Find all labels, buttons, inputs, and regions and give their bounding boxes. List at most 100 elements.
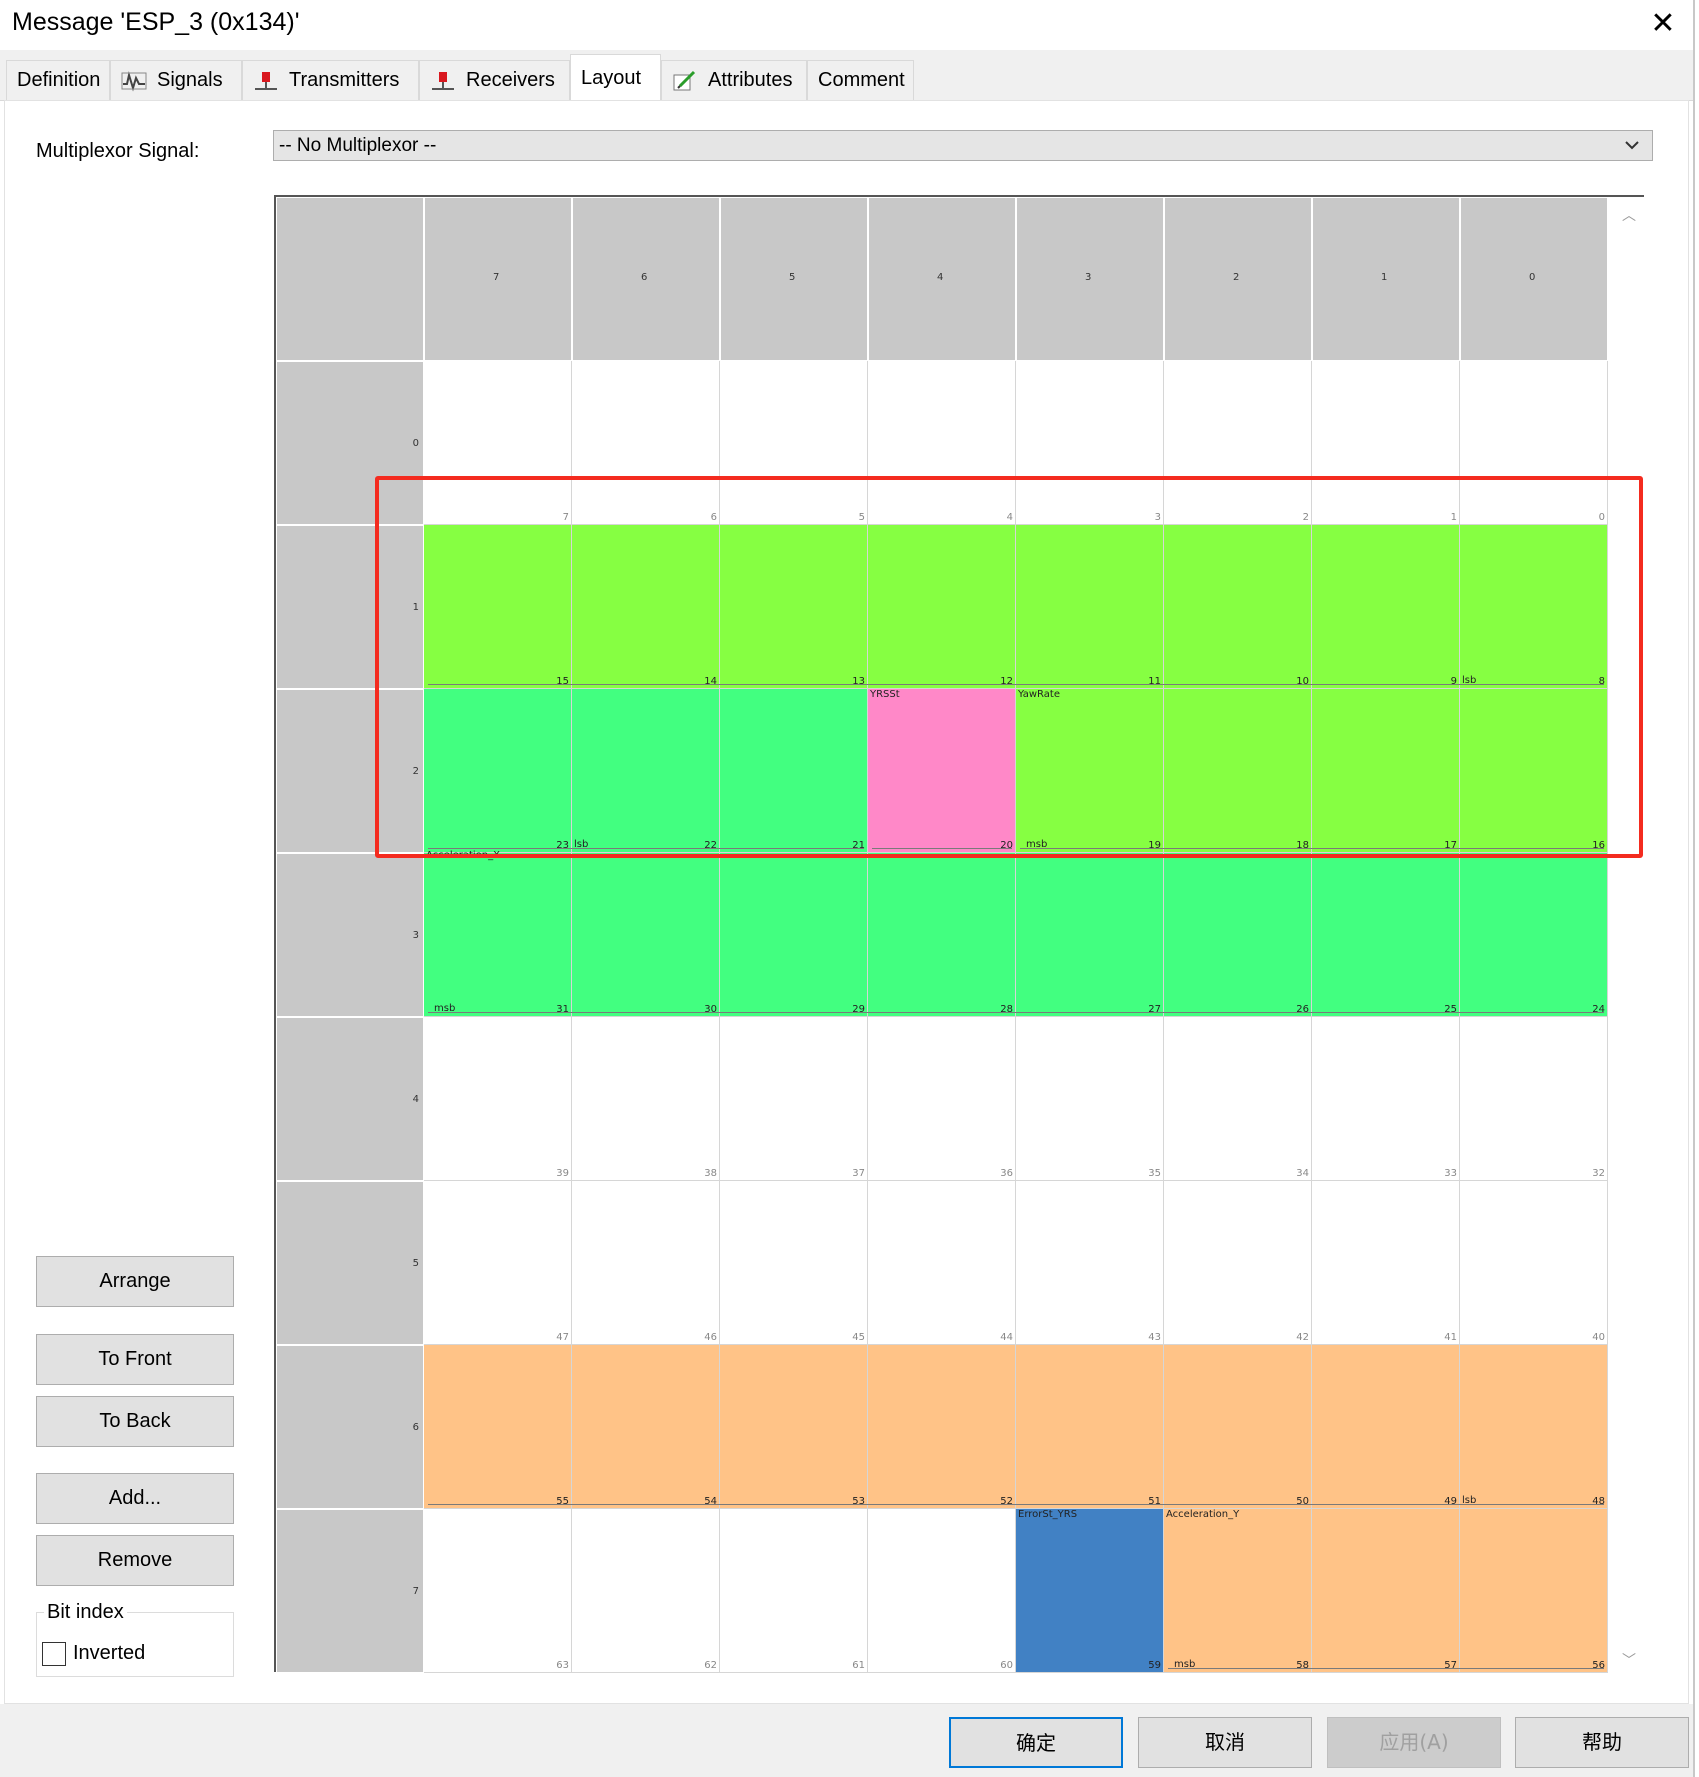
highlight-rectangle (375, 476, 1643, 858)
bit-column-header: 0 (1460, 197, 1608, 361)
network-node-icon (430, 70, 456, 92)
bit-cell[interactable]: 57 (1312, 1509, 1460, 1673)
bit-cell[interactable]: 51 (1016, 1345, 1164, 1509)
tab-signals[interactable]: Signals (110, 60, 242, 100)
bit-cell[interactable]: 48 (1460, 1345, 1608, 1509)
bit-cell[interactable]: 42 (1164, 1181, 1312, 1345)
bit-cell[interactable]: 50 (1164, 1345, 1312, 1509)
tab-definition[interactable]: Definition (6, 60, 110, 100)
bit-cell[interactable]: 27 (1016, 853, 1164, 1017)
bit-header-label: 4 (937, 272, 944, 283)
bit-cell[interactable]: 38 (572, 1017, 720, 1181)
to-back-button[interactable]: To Back (36, 1396, 234, 1447)
inverted-checkbox[interactable] (42, 1642, 66, 1666)
bit-column-header: 1 (1312, 197, 1460, 361)
bit-cell[interactable]: 47 (424, 1181, 572, 1345)
tab-attributes[interactable]: Attributes (661, 60, 807, 100)
bit-cell[interactable]: 25 (1312, 853, 1460, 1017)
help-button[interactable]: 帮助 (1515, 1717, 1689, 1768)
grid-corner (276, 197, 424, 361)
bit-number: 28 (1000, 1004, 1013, 1015)
bit-number: 52 (1000, 1496, 1013, 1507)
bit-cell[interactable]: 31 (424, 853, 572, 1017)
cancel-button[interactable]: 取消 (1138, 1717, 1312, 1768)
bit-cell[interactable]: 26 (1164, 853, 1312, 1017)
add-button[interactable]: Add... (36, 1473, 234, 1524)
bit-cell[interactable]: 62 (572, 1509, 720, 1673)
bit-cell[interactable]: 28 (868, 853, 1016, 1017)
multiplexor-select[interactable]: -- No Multiplexor -- (273, 130, 1653, 161)
bit-number: 47 (556, 1332, 569, 1343)
bit-cell[interactable]: 43 (1016, 1181, 1164, 1345)
bit-cell[interactable]: 53 (720, 1345, 868, 1509)
bit-header-label: 1 (1381, 272, 1388, 283)
bit-cell[interactable]: 61 (720, 1509, 868, 1673)
bit-cell[interactable]: 63 (424, 1509, 572, 1673)
bit-number: 37 (852, 1168, 865, 1179)
byte-row-header: 5 (276, 1181, 424, 1345)
bit-cell[interactable]: 58 (1164, 1509, 1312, 1673)
arrange-button[interactable]: Arrange (36, 1256, 234, 1307)
byte-row-header: 3 (276, 853, 424, 1017)
signal-wave-icon (121, 70, 147, 92)
bit-cell[interactable]: 36 (868, 1017, 1016, 1181)
bit-number: 38 (704, 1168, 717, 1179)
bit-number: 34 (1296, 1168, 1309, 1179)
signal-label-errorst-yrs: ErrorSt_YRS (1018, 1509, 1078, 1520)
scroll-up-icon[interactable]: ︿ (1622, 205, 1636, 225)
bit-number: 35 (1148, 1168, 1161, 1179)
bit-cell[interactable]: 44 (868, 1181, 1016, 1345)
bit-header-label: 0 (1529, 272, 1536, 283)
bit-cell[interactable]: 39 (424, 1017, 572, 1181)
bit-cell[interactable]: 32 (1460, 1017, 1608, 1181)
bit-number: 61 (852, 1660, 865, 1671)
bit-cell[interactable]: 54 (572, 1345, 720, 1509)
apply-button[interactable]: 应用(A) (1327, 1717, 1501, 1768)
tab-label: Signals (157, 69, 223, 91)
bit-number: 46 (704, 1332, 717, 1343)
bit-header-label: 3 (1085, 272, 1092, 283)
bit-number: 63 (556, 1660, 569, 1671)
bit-cell[interactable]: 35 (1016, 1017, 1164, 1181)
signal-arrow-line (1168, 1668, 1604, 1669)
bit-number: 49 (1444, 1496, 1457, 1507)
bit-column-header: 2 (1164, 197, 1312, 361)
bit-number: 31 (556, 1004, 569, 1015)
to-front-button[interactable]: To Front (36, 1334, 234, 1385)
bit-cell[interactable]: 46 (572, 1181, 720, 1345)
bit-cell[interactable]: 37 (720, 1017, 868, 1181)
tab-transmitters[interactable]: Transmitters (242, 60, 419, 100)
tab-receivers[interactable]: Receivers (419, 60, 570, 100)
bit-number: 55 (556, 1496, 569, 1507)
signal-arrow-line (428, 1504, 1604, 1505)
byte-header-label: 4 (412, 1094, 419, 1105)
bit-index-label: Bit index (44, 1601, 127, 1624)
bit-number: 25 (1444, 1004, 1457, 1015)
tab-label: Layout (581, 66, 642, 89)
bit-cell[interactable]: 29 (720, 853, 868, 1017)
bit-cell[interactable]: 55 (424, 1345, 572, 1509)
bit-cell[interactable]: 41 (1312, 1181, 1460, 1345)
bit-number: 56 (1592, 1660, 1605, 1671)
tab-layout[interactable]: Layout (570, 54, 661, 101)
bit-cell[interactable]: 24 (1460, 853, 1608, 1017)
vertical-scrollbar[interactable] (1614, 197, 1644, 1672)
bit-number: 33 (1444, 1168, 1457, 1179)
tab-comment[interactable]: Comment (807, 60, 914, 100)
remove-button[interactable]: Remove (36, 1535, 234, 1586)
close-icon[interactable]: ✕ (1645, 6, 1681, 42)
bit-cell[interactable]: 33 (1312, 1017, 1460, 1181)
ok-button[interactable]: 确定 (949, 1717, 1123, 1768)
bit-cell[interactable]: 59 (1016, 1509, 1164, 1673)
bit-cell[interactable]: 52 (868, 1345, 1016, 1509)
scroll-down-icon[interactable]: ﹀ (1622, 1650, 1636, 1670)
bit-cell[interactable]: 45 (720, 1181, 868, 1345)
bit-cell[interactable]: 34 (1164, 1017, 1312, 1181)
bit-cell[interactable]: 56 (1460, 1509, 1608, 1673)
bit-cell[interactable]: 60 (868, 1509, 1016, 1673)
bit-cell[interactable]: 40 (1460, 1181, 1608, 1345)
bit-header-label: 2 (1233, 272, 1240, 283)
bit-cell[interactable]: 49 (1312, 1345, 1460, 1509)
bit-number: 27 (1148, 1004, 1161, 1015)
bit-cell[interactable]: 30 (572, 853, 720, 1017)
